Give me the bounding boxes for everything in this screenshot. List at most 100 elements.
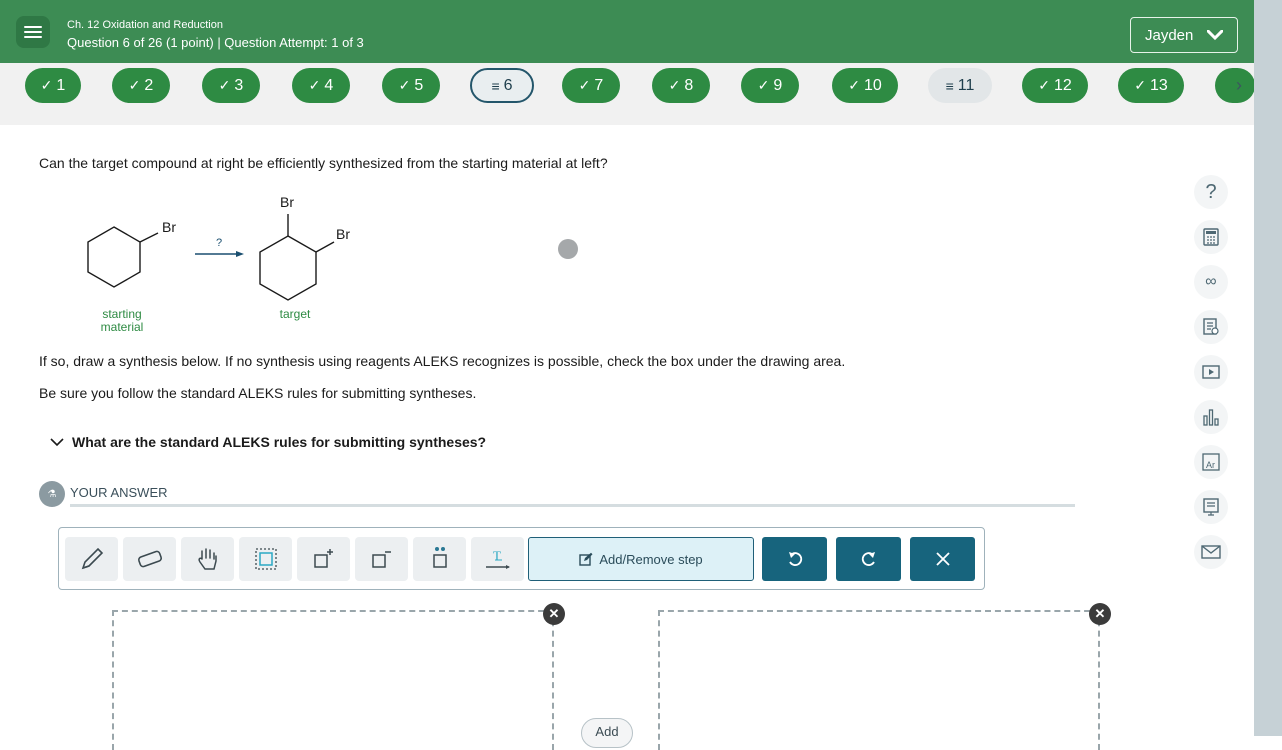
remove-box-2-icon[interactable]: ✕ — [1089, 603, 1111, 625]
periodic-table-icon[interactable]: Ar — [1194, 445, 1228, 479]
minus-charge-icon — [371, 551, 391, 568]
text-arrow-icon: T — [485, 548, 510, 569]
undo-icon — [788, 552, 802, 566]
hand-icon — [197, 548, 217, 570]
chevron-right-icon[interactable]: › — [1236, 75, 1242, 96]
undo-button[interactable] — [762, 537, 827, 581]
svg-text:T: T — [493, 548, 501, 563]
reaction-scheme: Br ? Br Br starting material target — [87, 194, 350, 334]
notes-icon[interactable] — [1194, 310, 1228, 344]
svg-text:Ar: Ar — [1206, 460, 1215, 470]
decrease-charge-button[interactable] — [355, 537, 408, 581]
question-number: 9 — [773, 76, 783, 94]
drawing-box-1[interactable] — [112, 610, 554, 750]
question-pill-8[interactable]: ✓ 8 — [652, 68, 710, 103]
scrollbar[interactable] — [1254, 0, 1282, 736]
plus-charge-icon — [313, 549, 333, 568]
question-number: 13 — [1149, 76, 1168, 94]
answer-divider — [70, 504, 1075, 507]
question-pill-13[interactable]: ✓ 13 — [1118, 68, 1184, 103]
mail-icon[interactable] — [1194, 535, 1228, 569]
target-br-label-right: Br — [336, 226, 350, 242]
calculator-icon[interactable] — [1194, 220, 1228, 254]
pencil-tool-button[interactable] — [65, 537, 118, 581]
question-pill-12[interactable]: ✓ 12 — [1022, 68, 1088, 103]
question-info: Question 6 of 26 (1 point) | Question At… — [67, 35, 364, 50]
question-pill-4[interactable]: ✓ 4 — [292, 68, 350, 103]
question-number: 1 — [56, 76, 66, 94]
redo-button[interactable] — [836, 537, 901, 581]
hamburger-icon[interactable] — [16, 16, 50, 48]
drawing-toolbar: T Add/Remove step — [58, 527, 985, 590]
question-pill-7[interactable]: ✓ 7 — [562, 68, 620, 103]
question-pill-3[interactable]: ✓ 3 — [202, 68, 260, 103]
question-pill-11[interactable]: ≡ 11 — [928, 68, 992, 103]
question-number: 11 — [957, 76, 975, 94]
user-name: Jayden — [1145, 26, 1194, 44]
chart-icon[interactable] — [1194, 400, 1228, 434]
answer-section-title: YOUR ANSWER — [70, 485, 168, 500]
question-pill-10[interactable]: ✓ 10 — [832, 68, 898, 103]
check-icon: ✓ — [218, 77, 231, 93]
user-menu-button[interactable]: Jayden — [1130, 17, 1238, 53]
check-icon: ✓ — [40, 77, 53, 93]
check-icon: ✓ — [848, 77, 860, 93]
question-number: 2 — [144, 76, 154, 94]
edit-icon — [579, 552, 593, 566]
select-tool-button[interactable] — [239, 537, 292, 581]
add-step-button[interactable]: Add — [581, 718, 633, 748]
video-icon[interactable] — [1194, 355, 1228, 389]
help-icon[interactable]: ? — [1194, 175, 1228, 209]
check-icon: ✓ — [1134, 77, 1146, 93]
question-number: 3 — [234, 76, 244, 94]
question-pill-2[interactable]: ✓ 2 — [112, 68, 170, 103]
eraser-tool-button[interactable] — [123, 537, 176, 581]
chevron-down-icon — [1207, 30, 1223, 41]
redo-icon — [861, 552, 875, 566]
check-icon: ✓ — [308, 77, 321, 93]
chevron-down-icon — [50, 437, 64, 446]
starting-br-label: Br — [162, 219, 176, 235]
text-arrow-button[interactable]: T — [471, 537, 524, 581]
arrow-label: ? — [216, 237, 222, 249]
instruction-text: If so, draw a synthesis below. If no syn… — [39, 353, 846, 369]
loading-indicator — [558, 239, 578, 259]
partial-question-pill[interactable] — [1215, 68, 1254, 103]
question-nav: ✓ 1 ✓ 2 ✓ 3 ✓ 4 ✓ 5 ≡ 6 ✓ 7 ✓ 8 ✓ 9 ✓ 10 ≡ 11 ✓ 12 ✓ 13 › — [0, 63, 1254, 125]
question-pill-5[interactable]: ✓ 5 — [382, 68, 440, 103]
select-icon — [254, 548, 277, 570]
drawing-box-2[interactable] — [658, 610, 1100, 750]
rules-reminder-text: Be sure you follow the standard ALEKS ru… — [39, 385, 477, 401]
whiteboard-icon[interactable] — [1194, 490, 1228, 524]
question-prompt: Can the target compound at right be effi… — [39, 155, 608, 171]
check-icon: ✓ — [128, 77, 141, 93]
top-bar: Ch. 12 Oxidation and Reduction Question … — [0, 0, 1254, 63]
question-number: 12 — [1053, 76, 1072, 94]
question-pill-1[interactable]: ✓ 1 — [25, 68, 81, 103]
equals-icon: ≡ — [945, 77, 954, 94]
question-number: 8 — [684, 76, 694, 94]
hand-tool-button[interactable] — [181, 537, 234, 581]
pencil-icon — [81, 547, 103, 570]
rules-expander[interactable]: What are the standard ALEKS rules for su… — [50, 434, 486, 450]
question-pill-9[interactable]: ✓ 9 — [741, 68, 799, 103]
check-icon: ✓ — [578, 77, 591, 93]
question-pill-6[interactable]: ≡ 6 — [470, 68, 534, 103]
lone-pair-icon — [432, 547, 447, 568]
question-number: 7 — [594, 76, 604, 94]
eraser-icon — [137, 550, 162, 568]
close-icon — [935, 552, 950, 566]
question-number: 10 — [863, 76, 882, 94]
check-icon: ✓ — [668, 77, 681, 93]
target-ring — [259, 235, 317, 301]
remove-box-1-icon[interactable]: ✕ — [543, 603, 565, 625]
check-icon: ✓ — [757, 77, 770, 93]
lone-pair-button[interactable] — [413, 537, 466, 581]
infinity-icon[interactable]: ∞ — [1194, 265, 1228, 299]
check-icon: ✓ — [398, 77, 411, 93]
clear-button[interactable] — [910, 537, 975, 581]
add-remove-step-button[interactable]: Add/Remove step — [528, 537, 754, 581]
increase-charge-button[interactable] — [297, 537, 350, 581]
starting-label-line2: material — [101, 320, 144, 334]
target-label: target — [280, 307, 311, 321]
